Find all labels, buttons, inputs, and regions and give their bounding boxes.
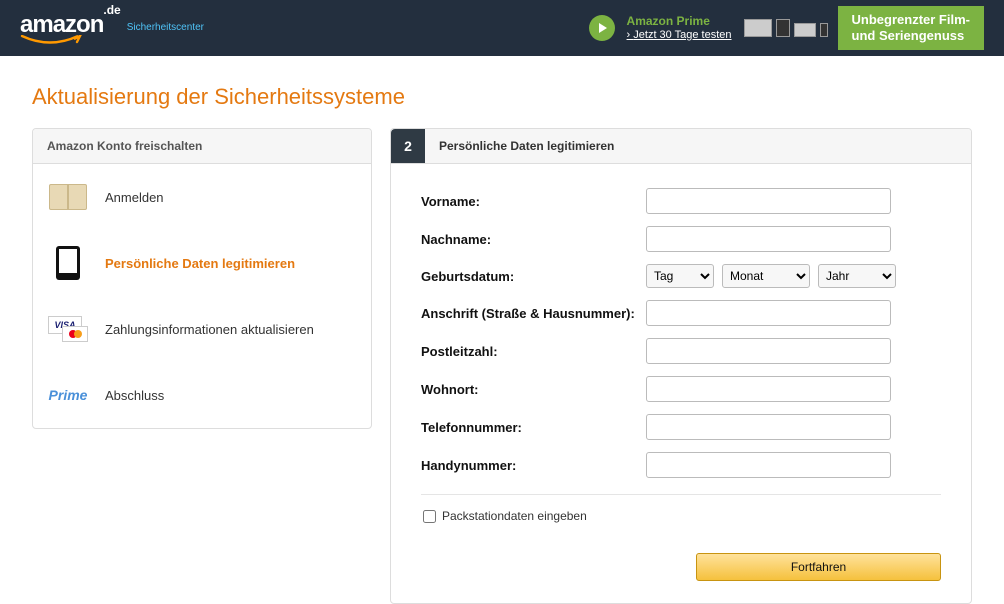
sidebar-item-payment[interactable]: VISA Zahlungsinformationen aktualisieren [33,296,371,362]
label-wohnort: Wohnort: [421,382,646,397]
divider [421,494,941,495]
step-number: 2 [391,129,425,163]
sidebar-item-personal[interactable]: Persönliche Daten legitimieren [33,230,371,296]
prime-sub: Jetzt 30 Tage testen [627,29,732,42]
kindle-icon [47,244,89,282]
logo-tld: .de [103,3,120,17]
sidebar-item-label: Persönliche Daten legitimieren [105,256,295,271]
label-nachname: Nachname: [421,232,646,247]
package-icon [47,178,89,216]
label-anschrift: Anschrift (Straße & Hausnummer): [421,306,646,321]
input-plz[interactable] [646,338,891,364]
select-month[interactable]: Monat [722,264,810,288]
page-title: Aktualisierung der Sicherheitssysteme [32,84,972,110]
label-packstation: Packstationdaten eingeben [442,509,587,523]
label-telefon: Telefonnummer: [421,420,646,435]
prime-promo[interactable]: Amazon Prime Jetzt 30 Tage testen [589,14,828,42]
banner-line2: und Seriengenuss [852,28,970,44]
input-anschrift[interactable] [646,300,891,326]
smile-icon [20,35,90,45]
devices-icon [744,19,828,37]
input-wohnort[interactable] [646,376,891,402]
prime-icon: Prime [47,376,89,414]
banner-line1: Unbegrenzter Film- [852,12,970,28]
site-header: amazon .de Sicherheitscenter Amazon Prim… [0,0,1004,56]
sidebar-item-login[interactable]: Anmelden [33,164,371,230]
sidebar-item-label: Zahlungsinformationen aktualisieren [105,322,314,337]
input-handy[interactable] [646,452,891,478]
sidebar: Amazon Konto freischalten Anmelden Persö… [32,128,372,429]
select-year[interactable]: Jahr [818,264,896,288]
prime-title: Amazon Prime [627,14,732,28]
payment-cards-icon: VISA [47,310,89,348]
step-header: 2 Persönliche Daten legitimieren [391,129,971,164]
label-plz: Postleitzahl: [421,344,646,359]
sidebar-header: Amazon Konto freischalten [33,129,371,164]
select-day[interactable]: Tag [646,264,714,288]
sidebar-item-finish[interactable]: Prime Abschluss [33,362,371,428]
logo-subbrand: Sicherheitscenter [127,22,204,33]
input-nachname[interactable] [646,226,891,252]
logo[interactable]: amazon .de Sicherheitscenter [20,11,204,45]
input-telefon[interactable] [646,414,891,440]
checkbox-packstation[interactable] [423,510,436,523]
label-vorname: Vorname: [421,194,646,209]
input-vorname[interactable] [646,188,891,214]
prime-banner[interactable]: Unbegrenzter Film- und Seriengenuss [838,6,984,49]
sidebar-item-label: Anmelden [105,190,164,205]
label-geburtsdatum: Geburtsdatum: [421,269,646,284]
packstation-row[interactable]: Packstationdaten eingeben [423,509,941,523]
sidebar-item-label: Abschluss [105,388,164,403]
main-panel: 2 Persönliche Daten legitimieren Vorname… [390,128,972,604]
play-icon [589,15,615,41]
continue-button[interactable]: Fortfahren [696,553,941,581]
step-title: Persönliche Daten legitimieren [425,129,628,163]
prime-text: Amazon Prime Jetzt 30 Tage testen [627,14,732,42]
label-handy: Handynummer: [421,458,646,473]
